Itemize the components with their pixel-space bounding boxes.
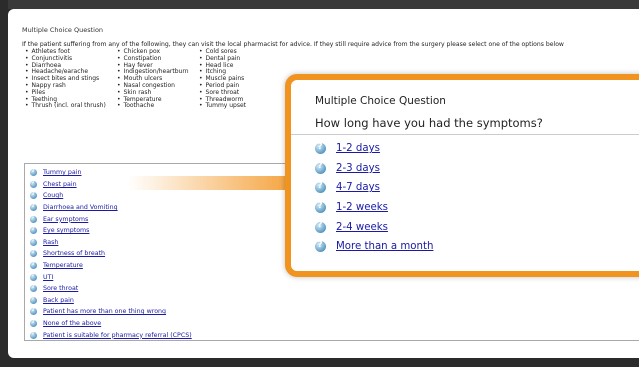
list-item[interactable]: None of the above	[30, 318, 192, 330]
list-item[interactable]: Patient is suitable for pharmacy referra…	[30, 329, 192, 341]
question-icon	[30, 214, 37, 223]
option-link[interactable]: Cough	[43, 192, 63, 199]
option-link[interactable]: Sore throat	[43, 285, 78, 292]
list-item[interactable]: Back pain	[30, 295, 192, 307]
list-item[interactable]: Cough	[30, 190, 192, 202]
list-item[interactable]: Temperature	[30, 260, 192, 272]
option-link[interactable]: Patient is suitable for pharmacy referra…	[43, 332, 192, 339]
list-item[interactable]: 1-2 days	[315, 139, 433, 159]
question-icon	[30, 307, 37, 316]
question-icon	[30, 284, 37, 293]
duration-options-list: 1-2 days 2-3 days 4-7 days 1-2 weeks 2-4…	[315, 139, 433, 257]
option-link[interactable]: Chest pain	[43, 181, 77, 188]
condition-item: Thrush (incl. oral thrush)	[25, 103, 106, 110]
zoom-callout: Multiple Choice Question How long have y…	[285, 74, 639, 277]
list-item[interactable]: 2-3 days	[315, 159, 433, 179]
panel-instructions: If the patient suffering from any of the…	[22, 41, 564, 48]
option-link[interactable]: UTI	[43, 274, 53, 281]
list-item[interactable]: 1-2 weeks	[315, 198, 433, 218]
question-icon	[315, 161, 326, 174]
list-item[interactable]: More than a month	[315, 237, 433, 257]
duration-option-link[interactable]: 2-4 weeks	[336, 222, 388, 233]
panel-title: Multiple Choice Question	[22, 26, 104, 34]
option-link[interactable]: None of the above	[43, 320, 101, 327]
list-item[interactable]: Shortness of breath	[30, 248, 192, 260]
question-icon	[315, 220, 326, 233]
question-icon	[30, 272, 37, 281]
list-item[interactable]: 4-7 days	[315, 178, 433, 198]
list-item[interactable]: Rash	[30, 237, 192, 249]
option-link[interactable]: Eye symptoms	[43, 227, 89, 234]
question-icon	[30, 295, 37, 304]
duration-option-link[interactable]: 4-7 days	[336, 182, 380, 193]
condition-item: Toothache	[117, 103, 189, 110]
conditions-column-2: Chicken pox Constipation Hay fever Indig…	[117, 48, 189, 110]
conditions-column-1: Athletes foot Conjunctivitis Diarrhoea H…	[25, 48, 106, 110]
option-link[interactable]: Patient has more than one thing wrong	[43, 308, 166, 315]
list-item[interactable]: Diarrhoea and Vomiting	[30, 202, 192, 214]
question-icon	[315, 201, 326, 214]
list-item[interactable]: UTI	[30, 271, 192, 283]
callout-title: Multiple Choice Question	[315, 95, 446, 107]
option-link[interactable]: Temperature	[43, 262, 83, 269]
question-icon	[30, 330, 37, 339]
callout-divider	[291, 134, 639, 135]
duration-option-link[interactable]: More than a month	[336, 241, 433, 252]
question-icon	[315, 142, 326, 155]
duration-option-link[interactable]: 1-2 days	[336, 143, 380, 154]
list-item[interactable]: Eye symptoms	[30, 225, 192, 237]
question-icon	[30, 261, 37, 270]
option-link[interactable]: Ear symptoms	[43, 216, 88, 223]
duration-option-link[interactable]: 1-2 weeks	[336, 202, 388, 213]
list-item[interactable]: Ear symptoms	[30, 213, 192, 225]
list-item[interactable]: 2-4 weeks	[315, 217, 433, 237]
duration-option-link[interactable]: 2-3 days	[336, 163, 380, 174]
option-link[interactable]: Back pain	[43, 297, 74, 304]
option-link[interactable]: Shortness of breath	[43, 250, 105, 257]
question-icon	[30, 249, 37, 258]
question-icon	[30, 179, 37, 188]
option-link[interactable]: Rash	[43, 239, 58, 246]
highlight-beam	[128, 176, 288, 190]
question-icon	[30, 191, 37, 200]
option-link[interactable]: Tummy pain	[43, 169, 81, 176]
window-top-bar	[8, 0, 639, 9]
conditions-column-3: Cold sores Dental pain Head lice Itching…	[199, 48, 247, 110]
question-icon	[30, 237, 37, 246]
condition-item: Tummy upset	[199, 103, 247, 110]
callout-question: How long have you had the symptoms?	[315, 116, 543, 130]
list-item[interactable]: Sore throat	[30, 283, 192, 295]
question-icon	[315, 240, 326, 253]
question-icon	[30, 319, 37, 328]
question-icon	[30, 168, 37, 177]
question-icon	[30, 203, 37, 212]
question-icon	[315, 181, 326, 194]
list-item[interactable]: Patient has more than one thing wrong	[30, 306, 192, 318]
question-icon	[30, 226, 37, 235]
option-link[interactable]: Diarrhoea and Vomiting	[43, 204, 118, 211]
